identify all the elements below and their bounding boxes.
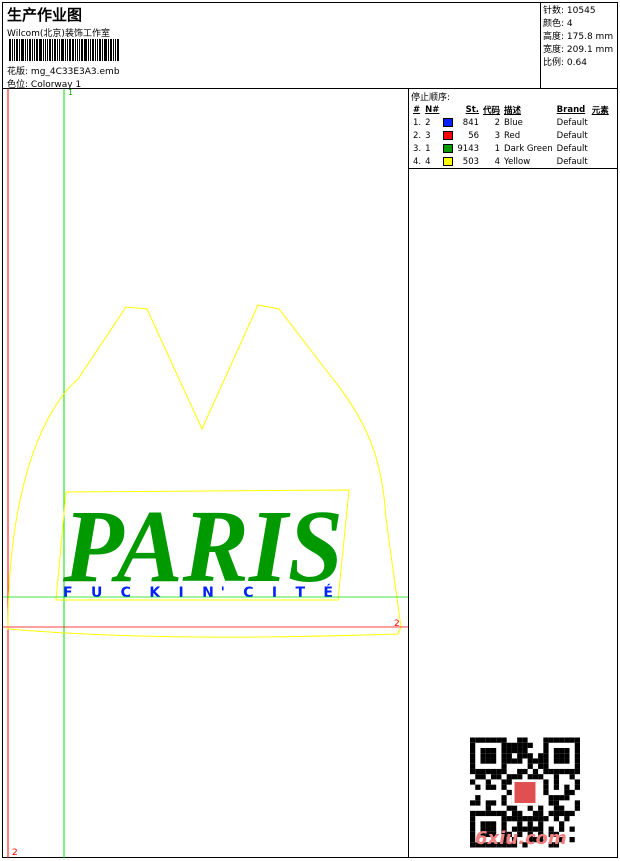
stop-sequence-title: 停止顺序: (411, 93, 451, 103)
page-title: 生产作业图 (7, 6, 83, 24)
marker-bottom: 2 (12, 848, 18, 858)
watermark: 6xiu.com (475, 828, 567, 849)
stats-box: 针数: 10545 颜色: 4 高度: 175.8 mm 宽度: 209.1 m… (540, 2, 618, 89)
company-name: Wilcom(北京)装饰工作室 (7, 29, 110, 39)
stop-row: 2. 3 56 3 Red Default (413, 130, 588, 141)
color-swatch (443, 117, 454, 127)
stop-row: 3. 1 9143 1 Dark Green Default (413, 143, 588, 154)
stop-row: 1. 2 841 2 Blue Default (413, 117, 588, 128)
barcode (9, 39, 119, 61)
file-info: 花版: mg_4C33E3A3.emb (7, 64, 120, 77)
marker-right: 2 (394, 619, 400, 629)
header: 生产作业图 Wilcom(北京)装饰工作室 花版: mg_4C33E3A3.em… (2, 2, 618, 90)
color-swatch (443, 143, 454, 153)
file-label: 花版: (7, 67, 29, 77)
stat-width: 宽度: 209.1 mm (543, 45, 614, 55)
stat-scale: 比例: 0.64 (543, 58, 587, 68)
stop-sequence: 停止顺序: # N# St. 代码 描述 Brand 元素 1. 2 841 2 Blue D… (409, 89, 618, 169)
color-swatch (443, 130, 454, 140)
stat-colors: 颜色: 4 (543, 19, 573, 29)
color-swatch (443, 156, 454, 166)
file-name: mg_4C33E3A3.emb (30, 67, 120, 77)
stat-stitches: 针数: 10545 (543, 6, 596, 16)
marker-top: 1 (68, 89, 73, 97)
design-canvas: PARIS F U C K I N' C I T É 1 2 2 (3, 88, 408, 858)
stat-height: 高度: 175.8 mm (543, 32, 614, 42)
stop-table: # N# St. 代码 描述 Brand 元素 1. 2 841 2 Blue Default… (413, 104, 609, 167)
stop-row: 4. 4 503 4 Yellow Default (413, 156, 588, 167)
